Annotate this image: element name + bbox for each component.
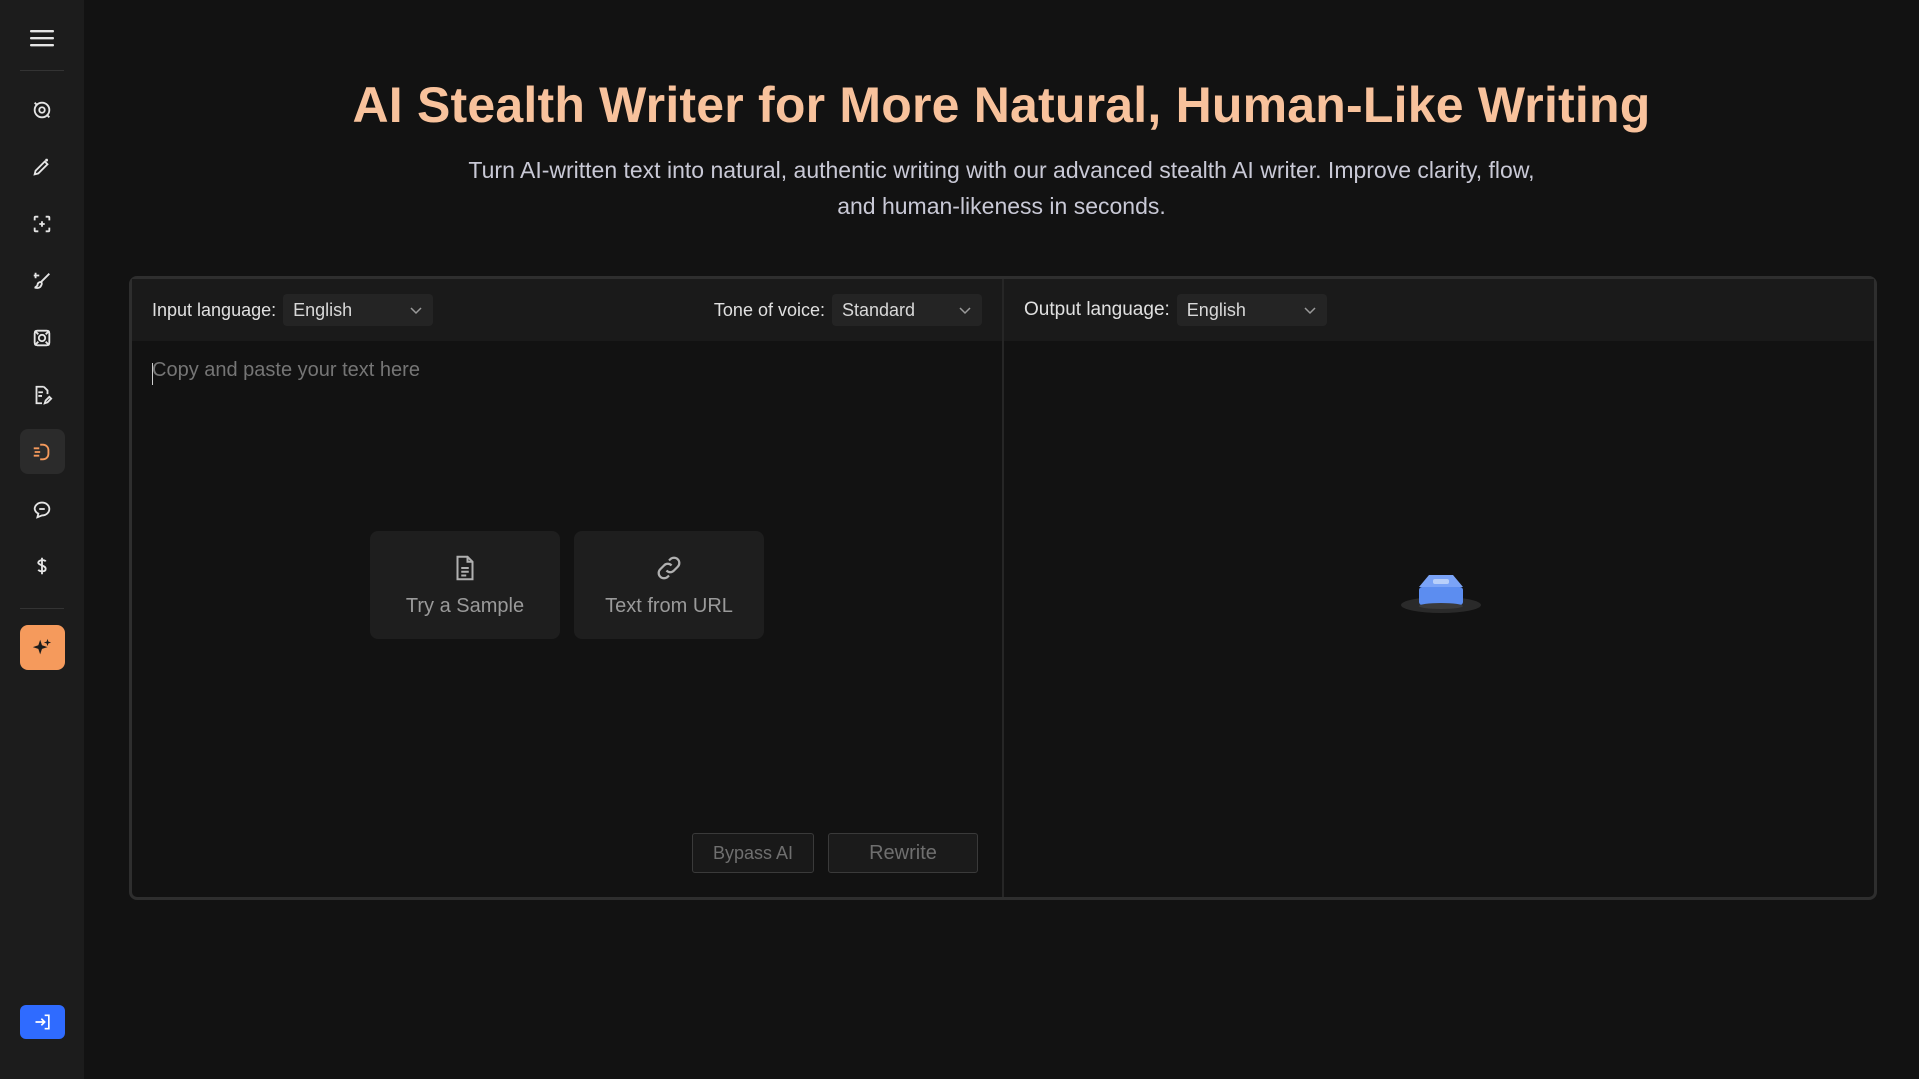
try-sample-label: Try a Sample bbox=[405, 594, 525, 617]
sidebar-item-document-edit[interactable] bbox=[20, 372, 65, 417]
pen-sparkle-icon bbox=[33, 158, 49, 176]
sidebar-item-stealth-writer[interactable] bbox=[19, 429, 65, 474]
paint-brush-icon bbox=[33, 272, 50, 289]
ghost-writer-icon bbox=[33, 443, 50, 460]
bypass-ai-button[interactable]: Bypass AI bbox=[692, 833, 814, 873]
sidebar-item-chat[interactable] bbox=[20, 486, 65, 531]
chevron-down-icon bbox=[1304, 307, 1316, 315]
text-input[interactable] bbox=[152, 359, 982, 679]
link-icon bbox=[657, 556, 681, 579]
tone-value: Standard bbox=[842, 299, 916, 320]
page-title: AI Stealth Writer for More Natural, Huma… bbox=[352, 77, 1651, 133]
chevron-down-icon bbox=[410, 307, 422, 315]
document-icon bbox=[456, 555, 474, 580]
sidebar-item-pricing[interactable] bbox=[20, 543, 65, 588]
input-toolbar: Input language: English Tone of voice: S… bbox=[132, 279, 1002, 341]
sidebar-divider-2 bbox=[20, 608, 64, 609]
tone-select[interactable]: Standard bbox=[832, 294, 982, 326]
scan-circle-icon bbox=[33, 101, 51, 118]
sign-in-icon bbox=[35, 1014, 50, 1030]
face-scan-icon bbox=[33, 215, 51, 232]
sidebar-item-brush[interactable] bbox=[20, 258, 65, 303]
login-button[interactable] bbox=[20, 1005, 65, 1039]
dollar-icon bbox=[37, 557, 47, 574]
input-language-label: Input language: bbox=[152, 299, 277, 320]
output-language-label: Output language: bbox=[1024, 299, 1170, 320]
page-subtitle: Turn AI-written text into natural, authe… bbox=[468, 157, 1535, 219]
input-language-select[interactable]: English bbox=[283, 294, 434, 326]
chat-bubble-icon bbox=[33, 501, 51, 519]
sidebar-item-ai-detector[interactable] bbox=[20, 87, 65, 132]
tone-label: Tone of voice: bbox=[713, 299, 825, 320]
sidebar-item-humanizer[interactable] bbox=[20, 144, 65, 189]
empty-box-icon bbox=[1401, 575, 1481, 613]
document-edit-icon bbox=[35, 385, 53, 405]
rewrite-button[interactable]: Rewrite bbox=[828, 833, 978, 873]
sparkles-icon bbox=[32, 638, 52, 654]
output-language-select[interactable]: English bbox=[1176, 294, 1327, 326]
target-frame-icon bbox=[33, 329, 51, 346]
sidebar-item-target[interactable] bbox=[20, 315, 65, 360]
sidebar-item-face-scan[interactable] bbox=[20, 201, 65, 246]
sidebar-divider bbox=[20, 70, 64, 71]
input-pane: Input language: English Tone of voice: S… bbox=[132, 279, 1004, 897]
chevron-down-icon bbox=[959, 307, 971, 315]
editor-panel: Input language: English Tone of voice: S… bbox=[129, 276, 1877, 900]
text-from-url-label: Text from URL bbox=[605, 594, 733, 617]
output-toolbar: Output language: English bbox=[1004, 279, 1874, 341]
main-content: AI Stealth Writer for More Natural, Huma… bbox=[84, 0, 1919, 1079]
text-from-url-button[interactable]: Text from URL bbox=[574, 531, 764, 639]
output-pane: Output language: English bbox=[1004, 279, 1874, 897]
hamburger-icon bbox=[30, 30, 54, 47]
menu-button[interactable] bbox=[20, 20, 64, 56]
sidebar bbox=[0, 0, 84, 1079]
try-sample-button[interactable]: Try a Sample bbox=[370, 531, 560, 639]
input-language-value: English bbox=[293, 299, 353, 320]
output-language-value: English bbox=[1186, 299, 1246, 320]
sidebar-item-ai-tools[interactable] bbox=[19, 625, 65, 670]
